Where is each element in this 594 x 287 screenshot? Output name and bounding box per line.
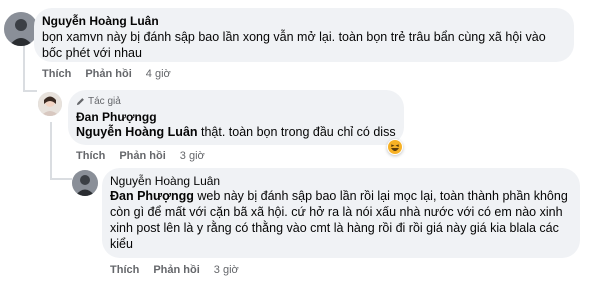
reply-timestamp[interactable]: 3 giờ (214, 264, 239, 276)
like-button[interactable]: Thích (42, 68, 71, 80)
author-badge: Tác giả (76, 96, 121, 107)
comment-text: bọn xamvn này bị đánh sập bao lần xong v… (42, 30, 546, 60)
reply-button[interactable]: Phản hồi (85, 68, 131, 80)
reply-button[interactable]: Phản hồi (119, 150, 165, 162)
avatar[interactable] (4, 12, 38, 46)
thread-line-branch (23, 90, 37, 92)
reply-actions: Thích Phản hồi 3 giờ (110, 264, 253, 276)
thread-line (23, 44, 25, 92)
reply-text: Đan Phượngg web này bị đánh sập bao lần … (110, 188, 572, 252)
comment-author[interactable]: Nguyễn Hoàng Luân (42, 14, 159, 28)
author-badge-label: Tác giả (88, 96, 121, 107)
reply-author[interactable]: Đan Phượngg (76, 110, 157, 124)
like-button[interactable]: Thích (110, 264, 139, 276)
avatar[interactable] (72, 170, 98, 196)
reply-text: Nguyễn Hoàng Luân thật. toàn bọn trong đ… (76, 124, 398, 140)
haha-reaction-icon[interactable] (387, 139, 403, 155)
reply-actions: Thích Phản hồi 3 giờ (76, 150, 219, 162)
comment-actions: Thích Phản hồi 4 giờ (42, 68, 185, 80)
reply-body: thật. toàn bọn trong đầu chỉ có diss (197, 125, 396, 139)
thread-line-nested-branch (50, 178, 72, 180)
avatar[interactable] (38, 92, 62, 116)
pencil-icon (76, 98, 84, 106)
thread-line-nested (50, 122, 52, 180)
like-button[interactable]: Thích (76, 150, 105, 162)
mention-link[interactable]: Đan Phượngg (110, 189, 194, 203)
reply-button[interactable]: Phản hồi (153, 264, 199, 276)
reply-timestamp[interactable]: 3 giờ (180, 150, 205, 162)
mention-link[interactable]: Nguyễn Hoàng Luân (76, 125, 198, 139)
comment-timestamp[interactable]: 4 giờ (146, 68, 171, 80)
reply-author[interactable]: Nguyễn Hoàng Luân (110, 174, 220, 188)
